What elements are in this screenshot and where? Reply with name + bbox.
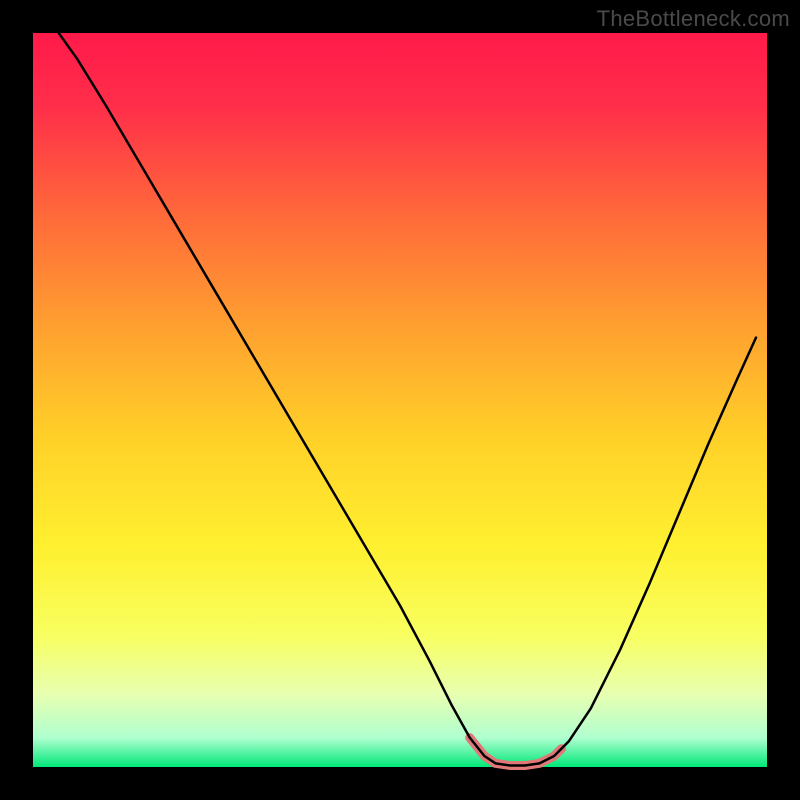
bottleneck-chart [0,0,800,800]
chart-container: TheBottleneck.com [0,0,800,800]
plot-background [33,33,767,767]
watermark-label: TheBottleneck.com [597,6,790,32]
